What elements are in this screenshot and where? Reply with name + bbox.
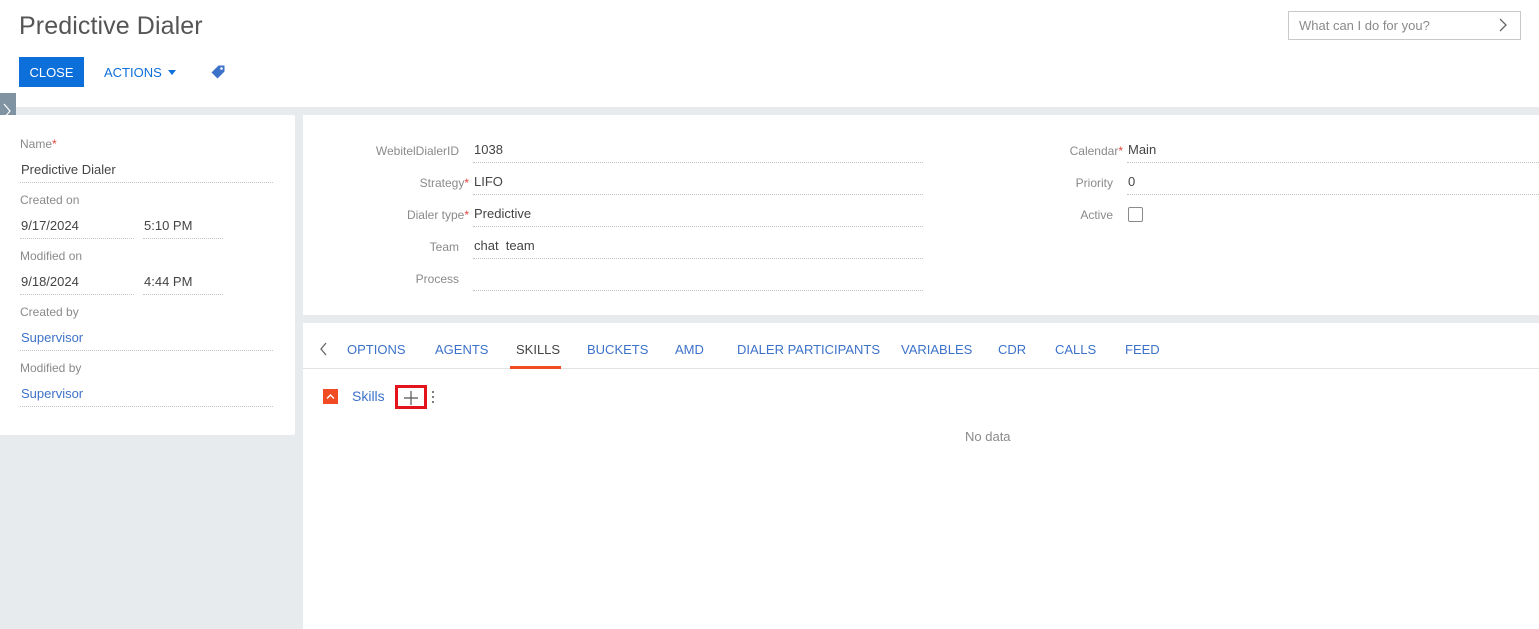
strategy-label: Strategy* (419, 176, 469, 190)
active-checkbox[interactable] (1128, 207, 1143, 222)
actions-label: ACTIONS (104, 64, 162, 80)
caret-down-icon (167, 69, 176, 75)
modified-by-label: Modified by (20, 361, 82, 375)
collapse-section-button[interactable] (323, 389, 338, 404)
tab-buckets[interactable]: BUCKETS (587, 342, 648, 357)
divider (473, 226, 923, 227)
tab-dialer-participants[interactable]: DIALER PARTICIPANTS (737, 342, 880, 357)
page-title: Predictive Dialer (19, 12, 203, 40)
empty-state-text: No data (965, 429, 1011, 444)
tab-amd[interactable]: AMD (675, 342, 704, 357)
search-input[interactable] (1289, 12, 1489, 39)
divider (20, 350, 273, 351)
more-options-icon[interactable] (431, 389, 437, 405)
actions-dropdown[interactable]: ACTIONS (104, 57, 176, 87)
record-summary-panel: Name* Predictive Dialer Created on 9/17/… (0, 115, 295, 435)
dialer-id-field[interactable]: 1038 (474, 142, 503, 157)
divider (473, 258, 923, 259)
divider (473, 194, 923, 195)
active-tab-indicator (510, 366, 561, 369)
divider (473, 162, 923, 163)
process-label: Process (415, 272, 459, 286)
created-on-date: 9/17/2024 (21, 218, 79, 233)
divider (143, 294, 223, 295)
modified-on-date: 9/18/2024 (21, 274, 79, 289)
team-field[interactable]: chat team (474, 238, 535, 253)
tag-icon[interactable] (210, 64, 226, 80)
tab-feed[interactable]: FEED (1125, 342, 1160, 357)
created-on-label: Created on (20, 193, 80, 207)
modified-by-link[interactable]: Supervisor (21, 386, 83, 401)
name-field[interactable]: Predictive Dialer (21, 162, 116, 177)
name-label: Name* (20, 137, 57, 151)
tab-cdr[interactable]: CDR (998, 342, 1026, 357)
chevron-right-icon[interactable] (1498, 18, 1508, 32)
calendar-label: Calendar* (1069, 144, 1123, 158)
tab-skills[interactable]: SKILLS (516, 342, 560, 357)
active-label: Active (1080, 208, 1113, 222)
tab-calls[interactable]: CALLS (1055, 342, 1096, 357)
divider (1127, 194, 1539, 195)
chevron-up-icon (326, 394, 335, 399)
details-panel: WebitelDialerID 1038 Strategy* LIFO Dial… (303, 115, 1539, 315)
tab-variables[interactable]: VARIABLES (901, 342, 972, 357)
created-on-time: 5:10 PM (144, 218, 193, 233)
page-header: Predictive Dialer CLOSE ACTIONS (0, 0, 1539, 107)
calendar-field[interactable]: Main (1128, 142, 1156, 157)
divider (20, 238, 134, 239)
add-skill-button[interactable] (395, 385, 427, 409)
tab-agents[interactable]: AGENTS (435, 342, 488, 357)
modified-on-time: 4:44 PM (144, 274, 193, 289)
plus-icon (404, 391, 418, 405)
priority-label: Priority (1075, 176, 1113, 190)
divider (20, 182, 273, 183)
divider (1127, 162, 1539, 163)
strategy-field[interactable]: LIFO (474, 174, 503, 189)
tab-bar: OPTIONS AGENTS SKILLS BUCKETS AMD DIALER… (303, 323, 1539, 369)
skills-section-title[interactable]: Skills (352, 388, 385, 404)
team-label: Team (429, 240, 459, 254)
divider (143, 238, 223, 239)
created-by-link[interactable]: Supervisor (21, 330, 83, 345)
dialer-id-label: WebitelDialerID (375, 144, 459, 158)
tab-options[interactable]: OPTIONS (347, 342, 406, 357)
created-by-label: Created by (20, 305, 79, 319)
divider (20, 406, 273, 407)
dialer-type-label: Dialer type* (406, 208, 469, 222)
divider (20, 294, 134, 295)
dialer-type-field[interactable]: Predictive (474, 206, 531, 221)
modified-on-label: Modified on (20, 249, 83, 263)
command-search[interactable] (1288, 11, 1521, 40)
detail-tabs-panel: OPTIONS AGENTS SKILLS BUCKETS AMD DIALER… (303, 323, 1539, 629)
close-button[interactable]: CLOSE (19, 57, 84, 87)
divider (473, 290, 923, 291)
priority-field[interactable]: 0 (1128, 174, 1135, 189)
chevron-left-icon[interactable] (319, 342, 329, 356)
